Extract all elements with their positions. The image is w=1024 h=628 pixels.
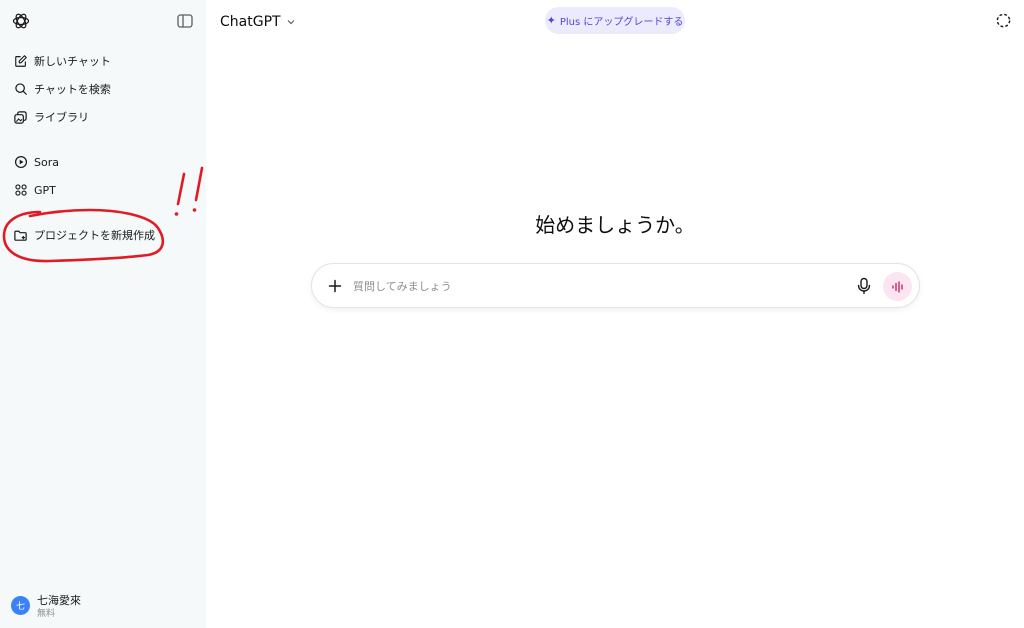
model-selector[interactable]: ChatGPT	[220, 11, 296, 33]
page-title: 始めましょうか。	[535, 213, 695, 237]
waveform-icon	[891, 280, 903, 293]
openai-logo-icon[interactable]	[11, 11, 31, 31]
sidebar-item-new-project[interactable]: プロジェクトを新規作成	[6, 222, 198, 248]
sidebar-toggle-icon[interactable]	[176, 12, 194, 30]
sparkle-icon: ✦	[546, 14, 556, 27]
plus-icon[interactable]	[326, 277, 344, 295]
sidebar-item-label: プロジェクトを新規作成	[34, 229, 155, 242]
new-project-icon	[13, 228, 28, 243]
upgrade-button[interactable]: ✦ Plus にアップグレードする	[545, 7, 685, 34]
play-circle-icon	[13, 155, 28, 170]
search-icon	[13, 82, 28, 97]
sidebar-item-label: チャットを検索	[34, 83, 111, 96]
sidebar-item-new-chat[interactable]: 新しいチャット	[6, 48, 198, 74]
microphone-icon[interactable]	[856, 277, 872, 295]
prompt-input[interactable]	[353, 278, 833, 294]
chevron-down-icon	[287, 20, 294, 25]
chatgpt-app: 新しいチャット チャットを検索 ライブラリ Sora GPT プロジェクトを新規…	[0, 0, 1024, 628]
grid-icon	[13, 183, 28, 198]
sidebar-item-search-chats[interactable]: チャットを検索	[6, 76, 198, 102]
sidebar-item-library[interactable]: ライブラリ	[6, 104, 198, 130]
sidebar-item-label: 新しいチャット	[34, 55, 111, 68]
sidebar: 新しいチャット チャットを検索 ライブラリ Sora GPT プロジェクトを新規…	[0, 0, 206, 628]
sidebar-item-label: GPT	[34, 183, 56, 197]
new-chat-icon	[13, 54, 28, 69]
sidebar-item-label: Sora	[34, 155, 59, 169]
avatar[interactable]: 七	[11, 596, 30, 615]
sidebar-item-label: ライブラリ	[34, 111, 89, 124]
model-name: ChatGPT	[220, 14, 281, 30]
library-icon	[13, 110, 28, 125]
user-plan: 無料	[37, 609, 56, 619]
temporary-chat-icon[interactable]	[995, 12, 1012, 29]
sidebar-item-sora[interactable]: Sora	[6, 149, 198, 175]
sidebar-item-gpt[interactable]: GPT	[6, 177, 198, 203]
composer	[311, 263, 920, 308]
upgrade-label: Plus にアップグレードする	[559, 17, 684, 28]
voice-mode-button[interactable]	[883, 272, 912, 301]
